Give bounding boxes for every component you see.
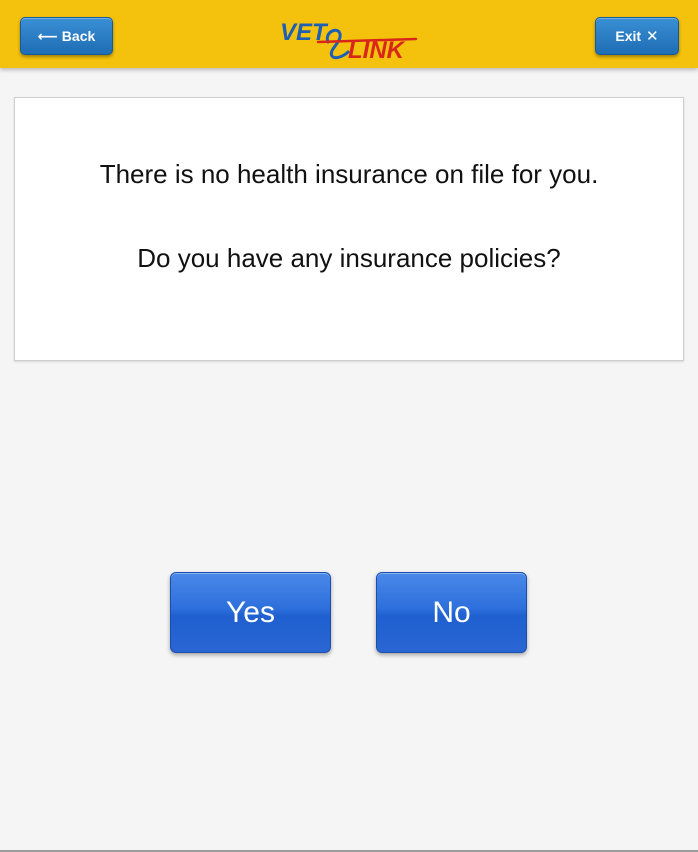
- top-bar: ⟵ Back VET LINK Exit ✕: [0, 0, 698, 68]
- back-button-label: Back: [61, 28, 96, 44]
- close-icon: ✕: [646, 28, 659, 45]
- logo-text-link: LINK: [348, 37, 406, 62]
- arrow-left-icon: ⟵: [37, 27, 58, 44]
- exit-button[interactable]: Exit ✕: [595, 17, 679, 55]
- exit-button-label: Exit: [615, 28, 642, 44]
- logo-swoosh: [325, 28, 350, 60]
- no-insurance-message: There is no health insurance on file for…: [99, 159, 599, 189]
- yes-button[interactable]: Yes: [170, 572, 331, 653]
- yes-button-label: Yes: [226, 595, 275, 629]
- no-button-label: No: [432, 595, 471, 629]
- back-button[interactable]: ⟵ Back: [20, 17, 113, 55]
- no-button[interactable]: No: [376, 572, 527, 653]
- message-card: There is no health insurance on file for…: [14, 97, 684, 361]
- vetlink-logo: VET LINK: [280, 19, 418, 62]
- insurance-question: Do you have any insurance policies?: [137, 243, 561, 273]
